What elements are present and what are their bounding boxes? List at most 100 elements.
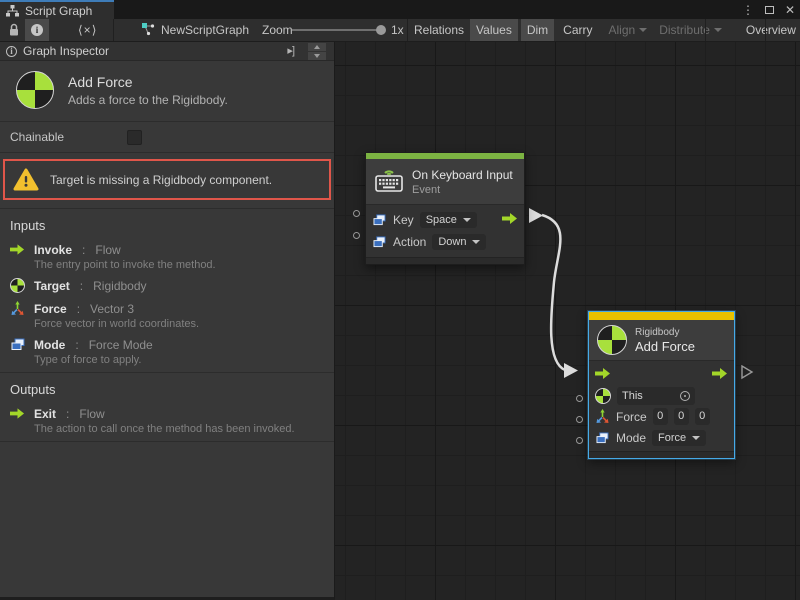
chevron-down-icon bbox=[472, 240, 480, 244]
action-node-group: Rigidbody bbox=[635, 327, 695, 338]
force-label: Force bbox=[616, 410, 647, 424]
port-row-target: Target : Rigidbody bbox=[0, 275, 334, 294]
chevron-down-icon bbox=[639, 28, 647, 32]
exit-wire-stub-icon[interactable] bbox=[741, 365, 754, 380]
trigger-output-port[interactable] bbox=[502, 213, 518, 227]
enum-icon bbox=[372, 235, 387, 250]
code-view-button[interactable]: ⟨×⟩ bbox=[72, 19, 103, 41]
relations-button[interactable]: Relations bbox=[408, 19, 470, 41]
key-label: Key bbox=[393, 213, 414, 227]
window-maximize-icon[interactable] bbox=[765, 6, 774, 14]
tab-script-graph[interactable]: Script Graph bbox=[0, 0, 114, 19]
target-input-port[interactable] bbox=[576, 395, 583, 402]
action-input-port[interactable] bbox=[353, 232, 360, 239]
panel-scrubber bbox=[308, 43, 326, 60]
overview-button[interactable]: Overview bbox=[740, 19, 800, 41]
chainable-row: Chainable bbox=[0, 122, 334, 153]
outputs-header: Outputs bbox=[0, 373, 334, 403]
distribute-dropdown[interactable]: Distribute bbox=[653, 19, 728, 41]
zoom-label: Zoom bbox=[262, 19, 293, 41]
wire-start-arrow bbox=[529, 208, 543, 223]
add-force-node[interactable]: Rigidbody Add Force This bbox=[588, 311, 735, 459]
graph-canvas[interactable]: On Keyboard Input Event Key Space bbox=[335, 42, 800, 600]
port-row-force: Force : Vector 3 bbox=[0, 298, 334, 317]
graph-inspector-header: i Graph Inspector ▸] bbox=[0, 42, 334, 61]
wire-end-arrow bbox=[564, 363, 578, 378]
flow-arrow-icon bbox=[10, 242, 25, 257]
keyboard-icon bbox=[374, 165, 404, 198]
tab-title: Script Graph bbox=[25, 4, 92, 18]
on-keyboard-input-node[interactable]: On Keyboard Input Event Key Space bbox=[365, 152, 525, 265]
enum-icon bbox=[10, 337, 25, 352]
rigidbody-icon bbox=[595, 388, 611, 404]
scrub-up-button[interactable] bbox=[308, 43, 326, 51]
dim-button[interactable]: Dim bbox=[521, 19, 554, 41]
unit-title: Add Force bbox=[68, 74, 228, 90]
scrub-down-button[interactable] bbox=[308, 52, 326, 60]
graph-toolbar: i ⟨×⟩ NewScriptGraph Zoom 1x Relations V… bbox=[0, 19, 800, 42]
warning-box: Target is missing a Rigidbody component. bbox=[3, 159, 331, 200]
info-icon: i bbox=[6, 46, 17, 57]
force-y-field[interactable]: 0 bbox=[674, 408, 689, 425]
port-description: The entry point to invoke the method. bbox=[34, 259, 334, 271]
vector3-icon bbox=[10, 301, 25, 316]
chainable-label: Chainable bbox=[10, 130, 64, 144]
values-button[interactable]: Values bbox=[470, 19, 518, 41]
event-node-title: On Keyboard Input bbox=[412, 168, 513, 182]
port-description: The action to call once the method has b… bbox=[34, 423, 334, 435]
force-x-field[interactable]: 0 bbox=[653, 408, 668, 425]
key-input-port[interactable] bbox=[353, 210, 360, 217]
action-dropdown[interactable]: Down bbox=[432, 234, 486, 250]
port-description: Force vector in world coordinates. bbox=[34, 318, 334, 330]
carry-button[interactable]: Carry bbox=[557, 19, 598, 41]
warning-color-bar bbox=[589, 312, 734, 320]
port-row-exit: Exit : Flow bbox=[0, 403, 334, 422]
graph-asset-icon bbox=[141, 22, 155, 39]
tab-bar: Script Graph ⋮ ✕ bbox=[0, 0, 800, 19]
invoke-input-port[interactable] bbox=[595, 368, 611, 382]
zoom-slider-track[interactable] bbox=[292, 29, 384, 31]
graph-inspector-panel: i Graph Inspector ▸] Add Force Adds a fo… bbox=[0, 42, 335, 600]
chevron-down-icon bbox=[692, 436, 700, 440]
event-node-subtitle: Event bbox=[412, 184, 513, 196]
key-dropdown[interactable]: Space bbox=[420, 212, 477, 228]
force-z-field[interactable]: 0 bbox=[695, 408, 710, 425]
object-picker-icon[interactable] bbox=[680, 391, 690, 401]
align-dropdown[interactable]: Align bbox=[603, 19, 654, 41]
enum-icon bbox=[595, 430, 610, 445]
enum-icon bbox=[372, 213, 387, 228]
lock-icon[interactable] bbox=[8, 19, 20, 41]
force-input-port[interactable] bbox=[576, 416, 583, 423]
panel-title: Graph Inspector bbox=[23, 44, 109, 58]
rigidbody-icon bbox=[16, 71, 54, 109]
vector3-icon bbox=[595, 409, 610, 424]
target-object-field[interactable]: This bbox=[617, 387, 695, 405]
chainable-checkbox[interactable] bbox=[127, 130, 142, 145]
window-close-icon[interactable]: ✕ bbox=[785, 3, 795, 17]
dock-panel-icon[interactable]: ▸] bbox=[287, 44, 294, 57]
rigidbody-icon bbox=[597, 325, 627, 355]
rigidbody-icon bbox=[10, 278, 25, 293]
inputs-header: Inputs bbox=[0, 209, 334, 239]
chevron-down-icon bbox=[714, 28, 722, 32]
info-toggle-button[interactable]: i bbox=[25, 19, 49, 41]
mode-dropdown[interactable]: Force bbox=[652, 430, 706, 446]
warning-text: Target is missing a Rigidbody component. bbox=[50, 173, 272, 187]
mode-label: Mode bbox=[616, 431, 646, 445]
script-graph-icon bbox=[5, 3, 20, 18]
port-description: Type of force to apply. bbox=[34, 354, 334, 366]
mode-input-port[interactable] bbox=[576, 437, 583, 444]
graph-name-group[interactable]: NewScriptGraph bbox=[141, 19, 249, 41]
flow-arrow-icon bbox=[10, 406, 25, 421]
warning-icon bbox=[13, 168, 39, 191]
zoom-slider[interactable] bbox=[292, 19, 384, 41]
exit-output-port[interactable] bbox=[712, 368, 728, 382]
zoom-slider-handle[interactable] bbox=[376, 25, 386, 35]
window-menu-icon[interactable]: ⋮ bbox=[742, 3, 754, 17]
info-icon: i bbox=[31, 24, 43, 36]
chevron-down-icon bbox=[463, 218, 471, 222]
graph-name-label: NewScriptGraph bbox=[161, 23, 249, 37]
action-label: Action bbox=[393, 235, 426, 249]
port-row-invoke: Invoke : Flow bbox=[0, 239, 334, 258]
zoom-value: 1x bbox=[391, 19, 404, 41]
